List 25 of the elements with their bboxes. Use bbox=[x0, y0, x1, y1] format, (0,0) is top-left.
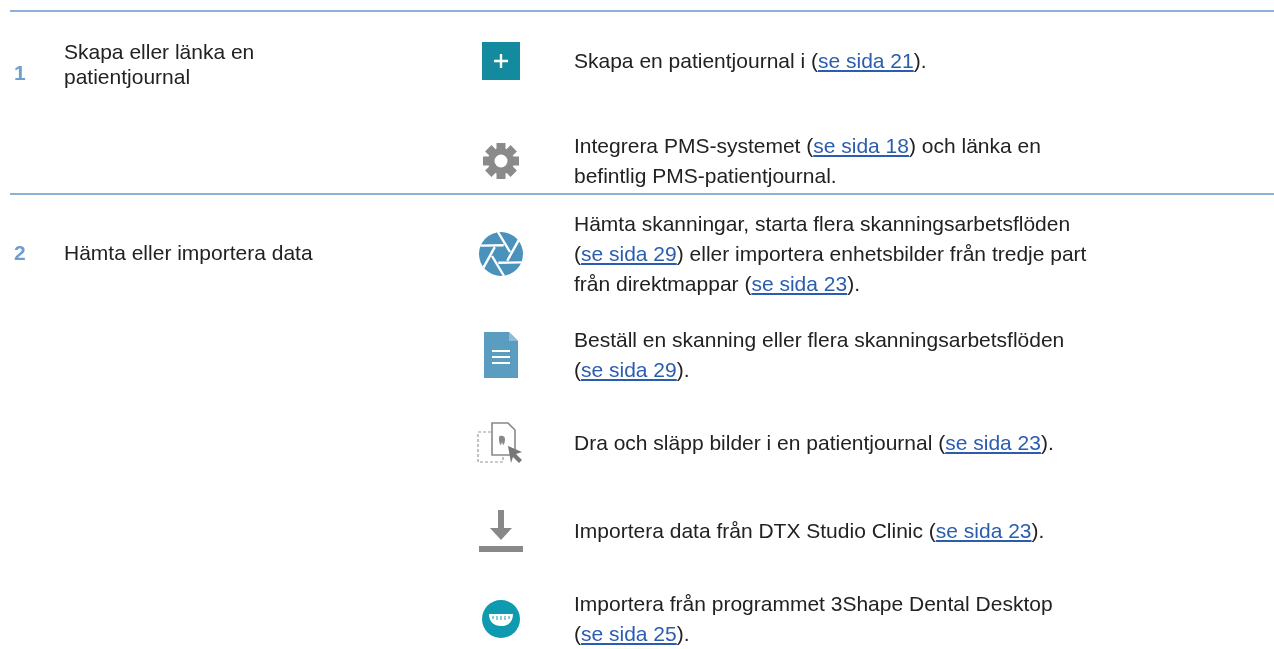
page-link[interactable]: se sida 23 bbox=[945, 431, 1041, 454]
download-icon bbox=[479, 510, 523, 552]
step-number: 1 bbox=[14, 61, 26, 85]
document-icon bbox=[484, 332, 518, 378]
drag-drop-icon bbox=[477, 422, 525, 464]
step-title: Skapa eller länka en patientjournal bbox=[64, 39, 256, 89]
action-description: Importera från programmet 3Shape Dental Desktop (se sida 25). bbox=[574, 591, 1053, 647]
page-link[interactable]: se sida 29 bbox=[581, 358, 677, 381]
plus-icon bbox=[482, 42, 520, 80]
action-description: Skapa en patientjournal i (se sida 21). bbox=[574, 48, 927, 74]
page-link[interactable]: se sida 18 bbox=[813, 134, 909, 157]
step-title: Hämta eller importera data bbox=[64, 240, 313, 265]
page-link[interactable]: se sida 29 bbox=[581, 242, 677, 265]
action-description: Dra och släpp bilder i en patientjournal (se sida 23). bbox=[574, 430, 1054, 456]
action-description: Hämta skanningar, starta flera skanningsarbetsflöden (se sida 29) eller importera enhetsbilder från tredje part från direktmappar (se sida 23). bbox=[574, 211, 1087, 297]
page-link[interactable]: se sida 23 bbox=[751, 272, 848, 295]
page-link[interactable]: se sida 21 bbox=[818, 49, 914, 72]
action-description: Integrera PMS-systemet (se sida 18) och länka en befintlig PMS-patientjournal. bbox=[574, 133, 1041, 189]
page-link[interactable]: se sida 25 bbox=[581, 622, 677, 645]
step-number: 2 bbox=[14, 241, 26, 265]
gear-icon bbox=[482, 142, 520, 180]
aperture-icon bbox=[478, 231, 524, 277]
action-description: Beställ en skanning eller flera skanningsarbetsflöden (se sida 29). bbox=[574, 327, 1065, 383]
dental-icon bbox=[482, 600, 520, 638]
action-description: Importera data från DTX Studio Clinic (se sida 23). bbox=[574, 518, 1045, 544]
